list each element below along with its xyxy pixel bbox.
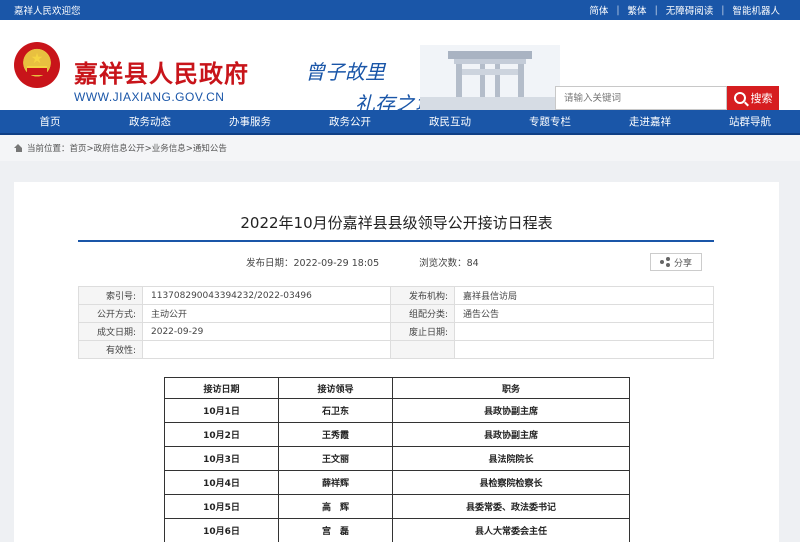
info-key	[390, 340, 455, 359]
info-key: 成文日期:	[78, 322, 143, 341]
header-leader: 接访领导	[278, 377, 393, 399]
info-value	[454, 322, 714, 341]
top-links: 简体 | 繁体 | 无障碍阅读 | 智能机器人	[581, 3, 788, 18]
publish-date: 发布日期：2022-09-29 18:05	[246, 258, 380, 269]
main-nav: 首页 政务动态 办事服务 政务公开 政民互动 专题专栏 走进嘉祥 站群导航	[0, 110, 800, 135]
schedule-table: 接访日期 接访领导 职务 10月1日 石卫东 县政协副主席 10月2日 王秀霞 …	[164, 377, 630, 542]
table-row: 10月6日 宫 磊 县人大常委会主任	[164, 518, 630, 542]
info-key: 索引号:	[78, 286, 143, 305]
breadcrumb-text[interactable]: 当前位置：首页>政府信息公开>业务信息>通知公告	[27, 142, 227, 154]
info-value: 2022-09-29	[142, 322, 391, 341]
cell-date: 10月1日	[164, 398, 279, 423]
table-row: 10月5日 高 辉 县委常委、政法委书记	[164, 494, 630, 519]
table-row: 10月3日 王文丽 县法院院长	[164, 446, 630, 471]
info-value: 通告公告	[454, 304, 714, 323]
site-title[interactable]: 嘉祥县人民政府	[74, 54, 249, 89]
site-url: WWW.JIAXIANG.GOV.CN	[74, 90, 225, 104]
info-key: 组配分类:	[390, 304, 455, 323]
cell-date: 10月6日	[164, 518, 279, 542]
info-value	[454, 340, 714, 359]
cell-date: 10月5日	[164, 494, 279, 519]
top-bar: 嘉祥人民欢迎您 简体 | 繁体 | 无障碍阅读 | 智能机器人	[0, 0, 800, 20]
info-key: 有效性:	[78, 340, 143, 359]
info-value: 11370829004339423​2/2022-03496	[142, 286, 391, 305]
search-button[interactable]: 搜索	[727, 86, 779, 110]
table-row: 公开方式: 主动公开 组配分类: 通告公告	[78, 304, 714, 323]
table-row: 成文日期: 2022-09-29 废止日期:	[78, 322, 714, 341]
cell-leader: 薛祥辉	[278, 470, 393, 495]
table-row: 10月4日 薛祥辉 县检察院检察长	[164, 470, 630, 495]
header-position: 职务	[392, 377, 630, 399]
article-title: 2022年10月份嘉祥县县级领导公开接访日程表	[240, 214, 553, 232]
cell-date: 10月2日	[164, 422, 279, 447]
info-value: 嘉祥县信访局	[454, 286, 714, 305]
cell-position: 县人大常委会主任	[392, 518, 630, 542]
nav-home[interactable]: 首页	[0, 110, 100, 133]
cell-position: 县政协副主席	[392, 422, 630, 447]
nav-topics[interactable]: 专题专栏	[500, 110, 600, 133]
share-button[interactable]: 分享	[650, 253, 702, 271]
cell-position: 县检察院检察长	[392, 470, 630, 495]
search-icon	[733, 92, 746, 104]
cell-leader: 王秀霞	[278, 422, 393, 447]
welcome-text: 嘉祥人民欢迎您	[14, 6, 81, 17]
title-divider	[78, 240, 714, 242]
slogan-line1: 曾子故里	[305, 60, 385, 84]
cell-leader: 高 辉	[278, 494, 393, 519]
cell-position: 县法院院长	[392, 446, 630, 471]
memorial-archway-graphic	[420, 45, 560, 110]
article-panel: 2022年10月份嘉祥县县级领导公开接访日程表 发布日期：2022-09-29 …	[14, 182, 779, 542]
search-input[interactable]	[555, 86, 727, 110]
view-count: 浏览次数：84	[419, 258, 479, 269]
schedule-header-row: 接访日期 接访领导 职务	[164, 377, 630, 399]
article-meta: 发布日期：2022-09-29 18:05 浏览次数：84	[246, 255, 479, 269]
link-simplified[interactable]: 简体	[581, 3, 616, 17]
breadcrumb: 当前位置：首页>政府信息公开>业务信息>通知公告	[0, 135, 800, 161]
home-icon	[14, 144, 23, 152]
share-label: 分享	[673, 258, 692, 269]
cell-leader: 石卫东	[278, 398, 393, 423]
table-row: 10月2日 王秀霞 县政协副主席	[164, 422, 630, 447]
share-icon	[659, 257, 670, 267]
info-key: 发布机构:	[390, 286, 455, 305]
site-header: ★ 嘉祥县人民政府 WWW.JIAXIANG.GOV.CN 曾子故里 礼存之城 …	[0, 20, 800, 110]
cell-date: 10月3日	[164, 446, 279, 471]
info-value: 主动公开	[142, 304, 391, 323]
table-row: 有效性:	[78, 340, 714, 359]
table-row: 索引号: 11370829004339423​2/2022-03496 发布机构…	[78, 286, 714, 305]
info-value	[142, 340, 391, 359]
link-accessible[interactable]: 无障碍阅读	[658, 3, 722, 17]
nav-gov-open[interactable]: 政务公开	[300, 110, 400, 133]
info-table: 索引号: 11370829004339423​2/2022-03496 发布机构…	[78, 286, 714, 359]
cell-position: 县政协副主席	[392, 398, 630, 423]
header-date: 接访日期	[164, 377, 279, 399]
link-robot[interactable]: 智能机器人	[724, 3, 788, 17]
national-emblem-icon: ★	[14, 42, 60, 88]
table-row: 10月1日 石卫东 县政协副主席	[164, 398, 630, 423]
nav-site-group[interactable]: 站群导航	[700, 110, 800, 133]
cell-leader: 宫 磊	[278, 518, 393, 542]
cell-position: 县委常委、政法委书记	[392, 494, 630, 519]
search-button-label: 搜索	[750, 92, 773, 105]
cell-date: 10月4日	[164, 470, 279, 495]
nav-interaction[interactable]: 政民互动	[400, 110, 500, 133]
link-traditional[interactable]: 繁体	[620, 3, 655, 17]
info-key: 废止日期:	[390, 322, 455, 341]
nav-services[interactable]: 办事服务	[200, 110, 300, 133]
cell-leader: 王文丽	[278, 446, 393, 471]
nav-gov-news[interactable]: 政务动态	[100, 110, 200, 133]
nav-about[interactable]: 走进嘉祥	[600, 110, 700, 133]
info-key: 公开方式:	[78, 304, 143, 323]
